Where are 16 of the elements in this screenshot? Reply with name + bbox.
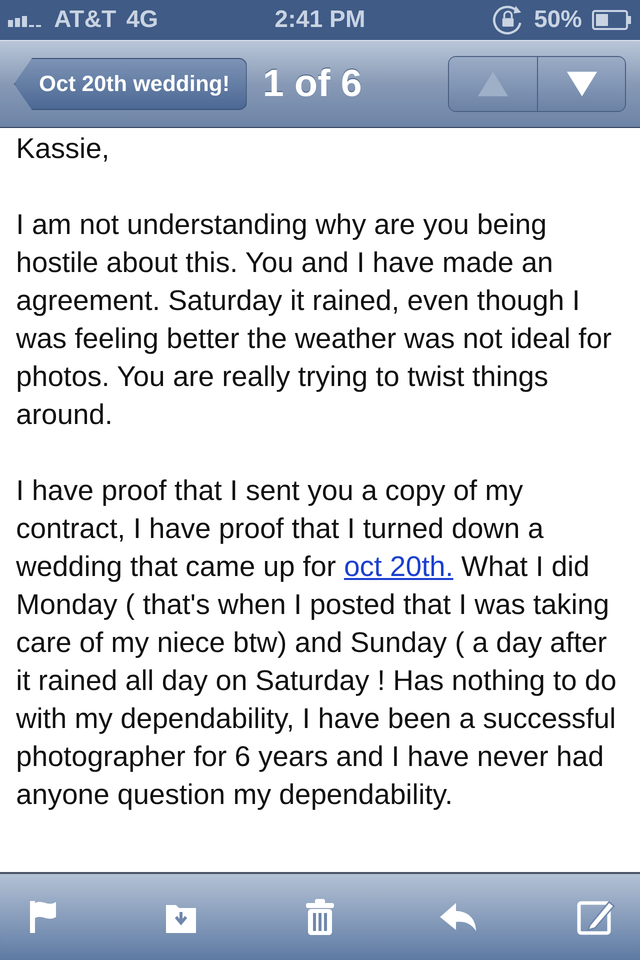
network-type: 4G bbox=[126, 6, 158, 34]
back-button[interactable]: Oct 20th wedding! bbox=[14, 58, 247, 110]
down-arrow-icon bbox=[564, 69, 598, 99]
battery-icon bbox=[592, 10, 632, 30]
message-position: 1 of 6 bbox=[262, 62, 363, 106]
message-paragraph: I have proof that I sent you a copy of my contract, I have proof that I turned down a wedding that came up for oct 20th. What I did Monday ( that's when I posted that I was taking care of my niece btw) and Sunday ( a day after it rained all day on Saturday ! Has nothing to do with my dependability, I have been a successful photographer for 6 years and I have never had anyone question my dependability. bbox=[16, 474, 618, 813]
battery-percent: 50% bbox=[534, 6, 582, 34]
signal-icon bbox=[8, 13, 44, 27]
rotation-lock-icon bbox=[492, 4, 524, 36]
greeting-text: Kassie, bbox=[16, 132, 110, 167]
status-time: 2:41 PM bbox=[274, 6, 366, 34]
message-paragraph: I am not understanding why are you being hostile about this. You and I have made an agreement. Saturday it rained, even though I was feeling better the weather was not ideal for photos. You are really trying to twist things around. bbox=[16, 208, 613, 433]
next-button[interactable] bbox=[537, 57, 625, 111]
carrier-name: AT&T bbox=[54, 6, 116, 34]
up-arrow-icon bbox=[476, 69, 510, 99]
date-link[interactable]: oct 20th. bbox=[344, 551, 454, 583]
